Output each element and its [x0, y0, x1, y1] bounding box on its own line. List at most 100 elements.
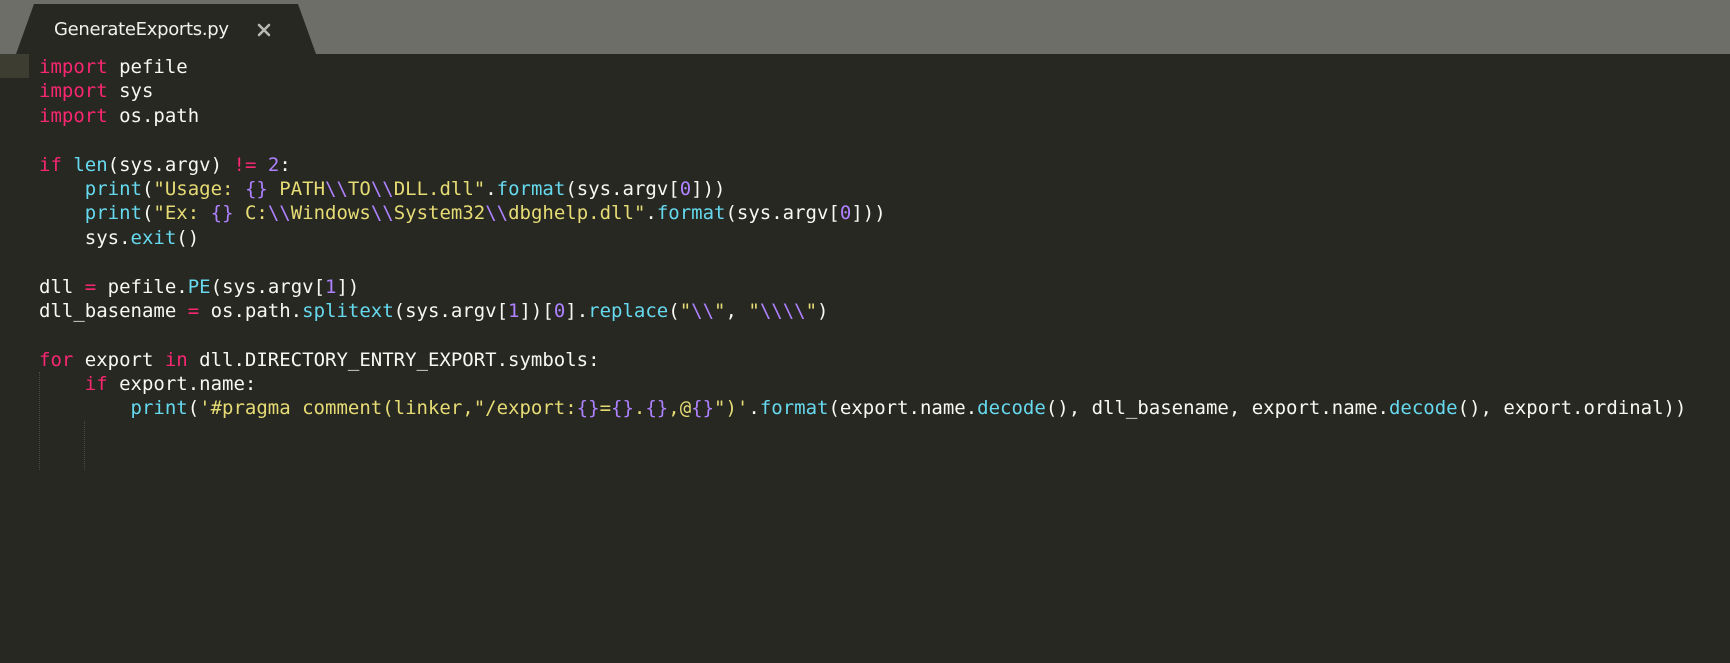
code-token: 2 — [267, 153, 280, 176]
code-token: ")' — [714, 397, 749, 420]
code-token: {} — [691, 397, 715, 420]
code-token: dbghelp.dll" — [508, 202, 646, 225]
code-token: ])[ — [519, 299, 554, 322]
code-token: for — [39, 348, 74, 371]
close-icon[interactable] — [256, 22, 272, 38]
code-token: Windows — [290, 202, 371, 225]
code-token: export.name: — [107, 373, 257, 396]
code-line[interactable] — [39, 128, 1686, 152]
code-token: != — [233, 153, 257, 176]
code-line[interactable] — [39, 250, 1686, 274]
code-token: \\ — [691, 299, 715, 322]
code-token: (sys.argv[ — [210, 275, 326, 298]
code-token: print — [84, 177, 142, 200]
code-line[interactable]: import pefile — [39, 55, 1686, 79]
code-token: if — [84, 373, 108, 396]
code-token: ( — [141, 177, 154, 200]
code-token: TO — [347, 177, 371, 200]
indent-guide — [84, 421, 85, 470]
code-token: (sys.argv[ — [725, 202, 840, 225]
code-token: (sys.argv) — [107, 153, 234, 176]
code-token: (export.name. — [828, 397, 978, 420]
code-token: " — [714, 299, 726, 322]
code-token: {} — [611, 397, 634, 420]
code-token: () — [176, 226, 200, 249]
code-editor[interactable]: import pefile import sys import os.path if… — [0, 54, 1730, 663]
code-token: . — [633, 397, 646, 420]
code-line[interactable]: for export in dll.DIRECTORY_ENTRY_EXPORT… — [39, 348, 1686, 372]
code-token: ]. — [565, 299, 589, 322]
code-token: (sys.argv[ — [393, 299, 509, 322]
code-token: = — [599, 397, 612, 420]
code-token: \\ — [267, 202, 291, 225]
code-line[interactable]: if export.name: — [39, 372, 1686, 396]
code-token: ) — [817, 299, 829, 322]
code-token: '#pragma comment(linker,"/export: — [199, 397, 577, 420]
code-line[interactable] — [39, 323, 1686, 347]
code-line[interactable]: dll = pefile.PE(sys.argv[1]) — [39, 275, 1686, 299]
code-token: {} — [645, 397, 669, 420]
code-token: dll_basename — [39, 299, 188, 322]
code-token: . — [485, 177, 497, 200]
code-token: ,@ — [668, 397, 692, 420]
code-token: ( — [187, 397, 200, 420]
code-token: ]) — [336, 275, 360, 298]
code-token: ( — [668, 299, 680, 322]
current-line-marker — [0, 54, 29, 78]
code-token: 0 — [679, 177, 692, 200]
code-line[interactable]: print("Usage: {} PATH\\TO\\DLL.dll".form… — [39, 177, 1686, 201]
code-token: dll — [39, 275, 85, 298]
code-line[interactable]: print('#pragma comment(linker,"/export:{… — [39, 396, 1687, 420]
code-line[interactable]: sys.exit() — [39, 226, 1686, 250]
code-token: format — [759, 397, 829, 420]
code-token: splitext — [302, 299, 394, 322]
code-token: print — [84, 202, 142, 225]
code-token: export — [73, 348, 165, 371]
code-token: \\ — [325, 177, 348, 200]
code-token: = — [84, 275, 97, 298]
code-token: "Ex: — [153, 202, 211, 225]
code-token: "Usage: — [153, 177, 245, 200]
tab-file[interactable]: GenerateExports.py — [16, 4, 316, 54]
tab-bar: GenerateExports.py — [0, 0, 1730, 54]
code-token: , — [725, 299, 749, 322]
code-token: ])) — [691, 177, 726, 200]
code-token: import — [39, 104, 108, 127]
code-token: replace — [588, 299, 669, 322]
code-token: 0 — [553, 299, 566, 322]
code-line[interactable]: dll_basename = os.path.splitext(sys.argv… — [39, 299, 1686, 323]
code-token: os.path — [107, 104, 200, 127]
code-token: decode — [977, 397, 1046, 420]
code-token: dll.DIRECTORY_ENTRY_EXPORT.symbols: — [187, 348, 600, 371]
code-token: (sys.argv[ — [565, 177, 680, 200]
code-token: (), dll_basename, export.name. — [1045, 397, 1389, 420]
code-token: import — [39, 56, 108, 78]
code-token: {} — [244, 177, 268, 200]
code-token: import — [39, 80, 108, 103]
code-token: . — [645, 202, 657, 225]
code-token: os.path. — [199, 299, 303, 322]
code-token: 1 — [508, 299, 520, 322]
code-token: {} — [576, 397, 600, 420]
code-token: format — [496, 177, 566, 200]
code-token: " — [679, 299, 692, 322]
code-token: System32 — [393, 202, 486, 225]
tab-title: GenerateExports.py — [54, 19, 229, 40]
code-token: \\ — [485, 202, 509, 225]
code-line[interactable]: import sys — [39, 79, 1686, 103]
code-token: " — [805, 299, 818, 322]
code-line[interactable]: if len(sys.argv) != 2: — [39, 153, 1686, 177]
code-token: = — [187, 299, 200, 322]
code-token: (), export.ordinal)) — [1457, 397, 1687, 420]
code-token: C: — [233, 202, 268, 225]
code-token: DLL.dll" — [393, 177, 486, 200]
code-token: 1 — [325, 275, 337, 298]
code-line[interactable]: import os.path — [39, 104, 1686, 128]
code-line[interactable]: print("Ex: {} C:\\Windows\\System32\\dbg… — [39, 201, 1686, 225]
code-area[interactable]: import pefile import sys import os.path if… — [39, 55, 1686, 421]
code-token: \\\\ — [759, 299, 806, 322]
